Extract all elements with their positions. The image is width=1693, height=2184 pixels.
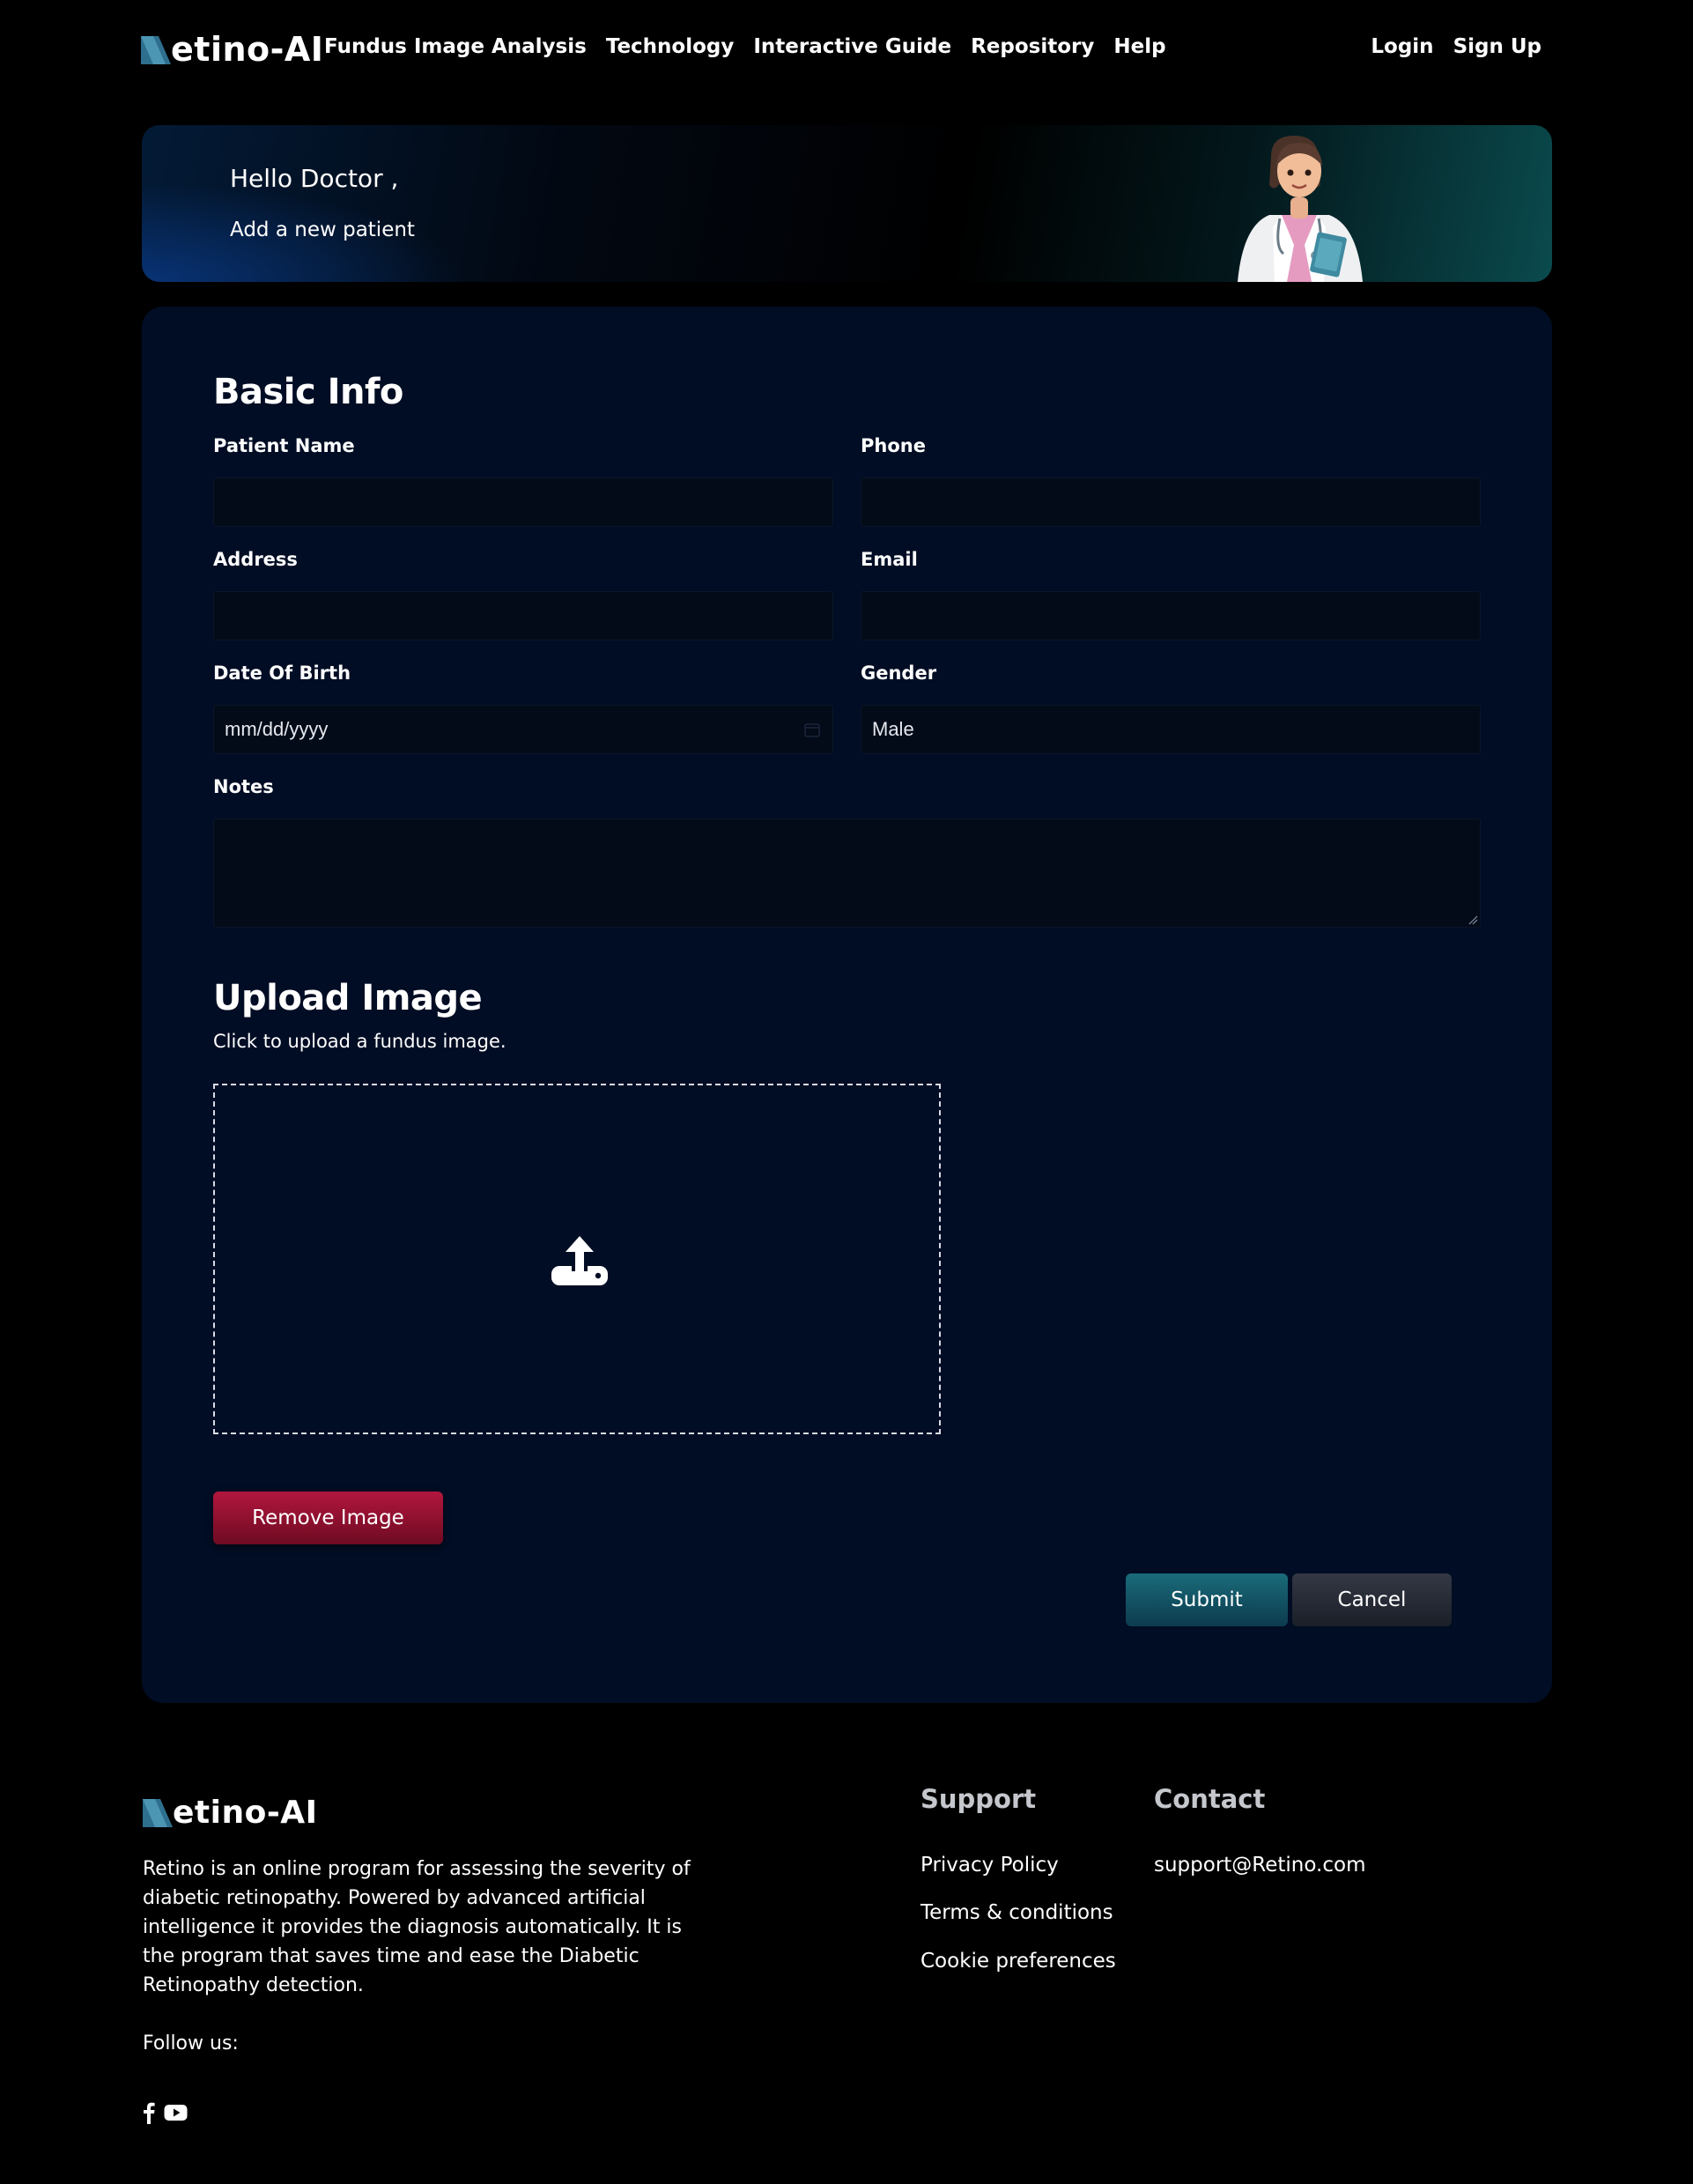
facebook-icon[interactable] (143, 2101, 155, 2124)
doctor-illustration (1238, 136, 1363, 282)
dob-label: Date Of Birth (213, 663, 351, 684)
resize-grip-icon[interactable] (1468, 914, 1478, 925)
footer-description: Retino is an online program for assessin… (143, 1858, 691, 1996)
follow-us-label: Follow us: (143, 2032, 239, 2054)
image-dropzone[interactable] (213, 1084, 941, 1434)
hero-greeting: Hello Doctor , (230, 164, 399, 193)
notes-textarea[interactable] (213, 818, 1481, 928)
submit-button[interactable]: Submit (1126, 1573, 1288, 1626)
welcome-banner: Hello Doctor , Add a new patient (142, 125, 1552, 282)
terms-link[interactable]: Terms & conditions (920, 1901, 1113, 1924)
hero-subtitle: Add a new patient (230, 218, 415, 241)
cookie-preferences-link[interactable]: Cookie preferences (920, 1950, 1116, 1973)
nav-technology[interactable]: Technology (606, 35, 735, 58)
patient-name-input[interactable] (213, 478, 833, 527)
email-input[interactable] (861, 591, 1481, 640)
notes-label: Notes (213, 776, 274, 797)
nav-repository[interactable]: Repository (971, 35, 1094, 58)
top-navbar: etino-AI Fundus Image Analysis Technolog… (0, 0, 1693, 99)
footer-logo[interactable]: etino-AI (143, 1794, 318, 1831)
brand-name: etino-AI (171, 30, 324, 69)
youtube-icon[interactable] (164, 2101, 188, 2124)
nav-interactive-guide[interactable]: Interactive Guide (753, 35, 951, 58)
gender-label: Gender (861, 663, 937, 684)
calendar-icon[interactable] (804, 722, 820, 737)
contact-email-link[interactable]: support@Retino.com (1154, 1854, 1366, 1877)
logo-mark-icon (141, 36, 171, 64)
gender-select[interactable]: Male (861, 705, 1481, 754)
logo-mark-icon (143, 1799, 173, 1827)
dob-input[interactable]: mm/dd/yyyy (213, 705, 833, 754)
privacy-policy-link[interactable]: Privacy Policy (920, 1854, 1059, 1877)
remove-image-button[interactable]: Remove Image (213, 1492, 443, 1544)
nav-help[interactable]: Help (1113, 35, 1165, 58)
phone-label: Phone (861, 435, 926, 456)
phone-input[interactable] (861, 478, 1481, 527)
dob-placeholder: mm/dd/yyyy (225, 718, 329, 740)
cancel-button[interactable]: Cancel (1292, 1573, 1452, 1626)
login-link[interactable]: Login (1371, 35, 1433, 58)
auth-links: Login Sign Up (1351, 35, 1541, 58)
brand-logo[interactable]: etino-AI (141, 30, 324, 69)
contact-heading: Contact (1154, 1784, 1266, 1814)
email-label: Email (861, 549, 918, 570)
add-patient-card: Basic Info Patient Name Phone Address Em… (142, 307, 1552, 1703)
address-label: Address (213, 549, 298, 570)
address-input[interactable] (213, 591, 833, 640)
basic-info-title: Basic Info (213, 372, 403, 412)
signup-link[interactable]: Sign Up (1453, 35, 1541, 58)
footer-brand-name: etino-AI (173, 1794, 318, 1831)
upload-icon (551, 1236, 608, 1285)
patient-name-label: Patient Name (213, 435, 355, 456)
support-heading: Support (920, 1784, 1037, 1814)
upload-description: Click to upload a fundus image. (213, 1031, 506, 1052)
upload-image-title: Upload Image (213, 978, 483, 1018)
nav-fundus-image-analysis[interactable]: Fundus Image Analysis (324, 35, 587, 58)
main-nav: Fundus Image Analysis Technology Interac… (324, 35, 1186, 58)
